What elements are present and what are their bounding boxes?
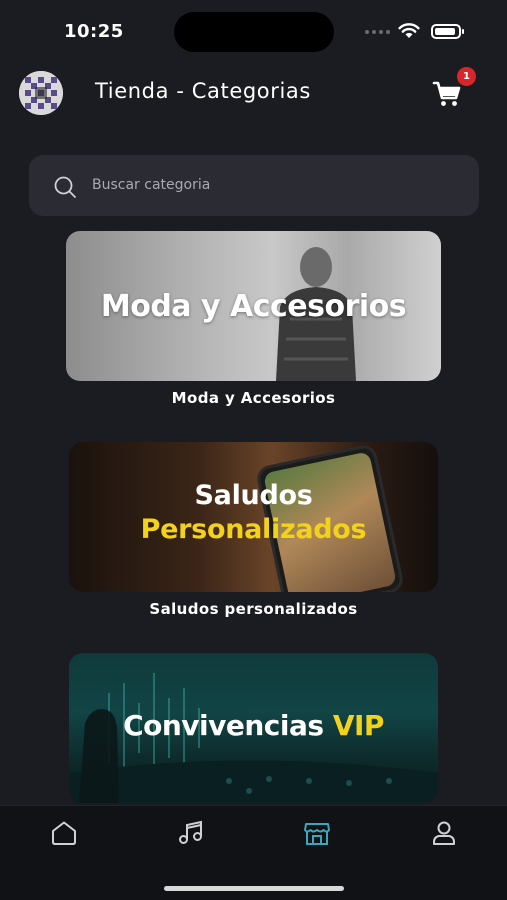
avatar[interactable] (19, 71, 63, 115)
moda-headline: Moda y Accesorios (100, 289, 407, 324)
category-card-moda[interactable]: Moda y Accesorios (66, 231, 441, 381)
battery-icon (431, 24, 464, 39)
search-input[interactable] (92, 172, 452, 198)
home-indicator (164, 886, 344, 891)
tab-profile[interactable] (428, 818, 460, 848)
vip-headline: Convivencias VIP (69, 709, 438, 742)
wifi-icon (398, 23, 420, 38)
category-caption-saludos[interactable]: Saludos personalizados (0, 600, 507, 618)
category-card-vip[interactable]: Convivencias VIP (69, 653, 438, 803)
category-card-saludos[interactable]: Saludos Personalizados (69, 442, 438, 592)
tab-music[interactable] (175, 818, 207, 848)
vip-headline-main: Convivencias (123, 709, 324, 742)
profile-icon (433, 821, 455, 845)
home-icon (52, 821, 76, 845)
vip-headline-accent: VIP (332, 709, 385, 742)
saludos-headline-line1: Saludos (194, 480, 313, 511)
cart-icon[interactable] (432, 80, 462, 108)
dynamic-island (174, 12, 334, 52)
store-icon (304, 823, 330, 845)
status-bar: 10:25 (0, 0, 507, 62)
tab-store[interactable] (301, 818, 333, 848)
music-icon (179, 820, 202, 844)
page-title: Tienda - Categorias (95, 79, 311, 103)
saludos-headline-line2: Personalizados (140, 514, 367, 545)
tab-home[interactable] (48, 818, 80, 848)
cart-badge: 1 (457, 67, 476, 86)
status-time: 10:25 (64, 21, 124, 42)
avatar-pattern (19, 71, 63, 115)
category-caption-moda[interactable]: Moda y Accesorios (0, 389, 507, 407)
cellular-signal-icon (365, 30, 390, 34)
search-icon (54, 176, 76, 198)
